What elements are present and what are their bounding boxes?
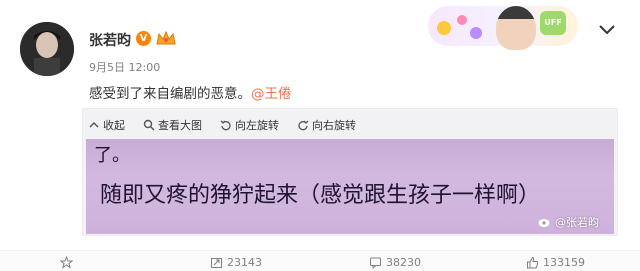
media-toolbar: 收起 查看大图 向左旋转 向右旋转: [88, 117, 356, 133]
verified-badge: V: [136, 31, 151, 46]
view-large-button[interactable]: 查看大图: [143, 117, 202, 133]
comment-button[interactable]: 38230: [369, 256, 421, 269]
comment-icon: [370, 257, 381, 269]
image-text-line2: 随即又疼的狰狞起来（感觉跟生孩子一样啊）: [100, 183, 541, 208]
rotate-right-label: 向右旋转: [312, 119, 356, 132]
collapse-icon: [89, 121, 99, 128]
sticker-icons: [437, 15, 482, 39]
image-watermark: @张若昀: [538, 214, 599, 230]
rotate-right-button[interactable]: 向右旋转: [297, 117, 356, 133]
weibo-logo-icon: [538, 219, 550, 227]
star-icon: [60, 256, 73, 269]
fan-tag: UFF: [540, 11, 566, 35]
avatar-photo: [20, 22, 74, 76]
collapse-button[interactable]: 收起: [88, 117, 125, 133]
fan-portrait: [496, 6, 536, 50]
view-large-label: 查看大图: [158, 119, 202, 132]
repost-icon: [211, 258, 222, 268]
watermark-text: @张若昀: [555, 216, 599, 229]
post-body: 感受到了来自编剧的恶意。: [89, 86, 251, 102]
collect-button[interactable]: [60, 256, 73, 269]
rotate-left-label: 向左旋转: [235, 119, 279, 132]
rotate-right-icon: [298, 120, 309, 131]
like-count: 133159: [543, 256, 585, 269]
collapse-label: 收起: [103, 119, 125, 132]
mention-link[interactable]: @王倦: [251, 86, 292, 102]
magnifier-icon: [143, 119, 155, 131]
avatar[interactable]: [20, 22, 74, 76]
comment-count: 38230: [386, 256, 421, 269]
like-button[interactable]: 133159: [526, 256, 585, 269]
image-text-line1: 了。: [94, 145, 130, 166]
repost-button[interactable]: 23143: [210, 256, 262, 269]
repost-count: 23143: [227, 256, 262, 269]
post-image[interactable]: 了。 随即又疼的狰狞起来（感觉跟生孩子一样啊）: [86, 139, 614, 234]
post-timestamp[interactable]: 9月5日 12:00: [89, 59, 160, 75]
thumbs-up-icon: [527, 256, 539, 269]
post-text: 感受到了来自编剧的恶意。@王倦: [89, 82, 292, 102]
author-name[interactable]: 张若昀: [89, 30, 131, 50]
rotate-left-icon: [220, 120, 231, 131]
crown-icon: [156, 30, 176, 45]
rotate-left-button[interactable]: 向左旋转: [220, 117, 279, 133]
chevron-down-icon[interactable]: [598, 24, 616, 36]
